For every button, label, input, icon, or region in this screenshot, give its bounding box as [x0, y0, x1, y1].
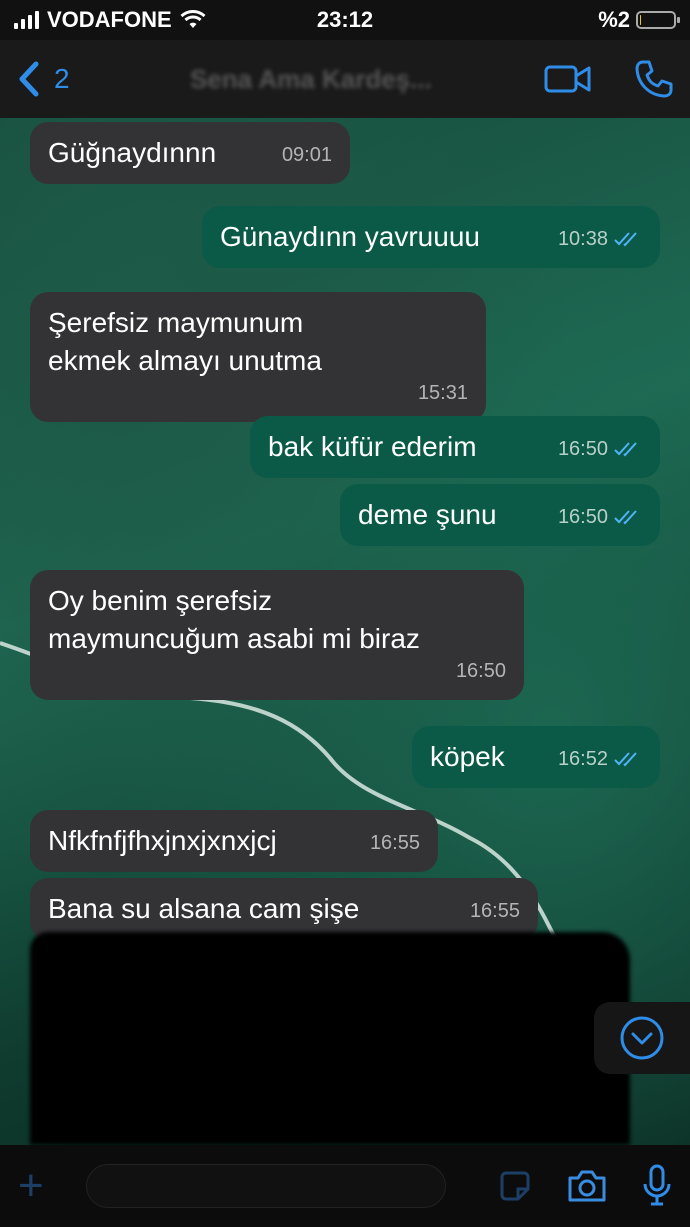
message-text: Nfkfnfjfhxjnxjxnxjcj [48, 825, 277, 856]
chevron-down-icon [620, 1016, 664, 1060]
message-meta: 16:52 [558, 740, 642, 778]
message-text: Oy benim şerefsiz maymuncuğum asabi mi b… [48, 585, 420, 654]
read-receipt-icon [614, 752, 637, 767]
incoming-message[interactable]: Güğnaydınnn 09:01 [30, 122, 350, 184]
read-receipt-icon [614, 232, 637, 247]
sticker-icon[interactable] [498, 1169, 532, 1203]
redacted-area [30, 932, 630, 1145]
message-input[interactable] [86, 1164, 446, 1208]
message-meta: 16:50 [456, 652, 506, 690]
chat-header: 2 Sena Ama Kardeş... [0, 40, 690, 118]
phone-call-icon[interactable] [634, 59, 674, 99]
battery-fill [640, 15, 642, 25]
battery-icon [636, 11, 680, 29]
read-receipt-icon [614, 442, 637, 457]
outgoing-message[interactable]: Günaydınn yavruuuu 10:38 [202, 206, 660, 268]
message-time: 16:50 [557, 506, 608, 528]
incoming-message[interactable]: Bana su alsana cam şişe 16:55 [30, 878, 538, 940]
message-meta: 16:50 [558, 498, 642, 536]
message-time: 15:31 [417, 382, 468, 404]
message-time: 16:55 [369, 832, 420, 854]
chevron-left-icon [19, 61, 39, 97]
outgoing-message[interactable]: bak küfür ederim 16:50 [250, 416, 660, 478]
message-meta: 16:55 [370, 824, 420, 862]
message-meta: 15:31 [418, 374, 468, 412]
camera-icon[interactable] [566, 1168, 608, 1204]
clock: 23:12 [316, 7, 374, 32]
message-time: 16:55 [469, 900, 520, 922]
outgoing-message[interactable]: köpek 16:52 [412, 726, 660, 788]
unread-count: 2 [54, 63, 70, 94]
plus-icon[interactable]: + [18, 1161, 68, 1211]
status-bar: VODAFONE 23:12 %2 [0, 0, 690, 40]
incoming-message[interactable]: Oy benim şerefsiz maymuncuğum asabi mi b… [30, 570, 524, 700]
incoming-message[interactable]: Nfkfnfjfhxjnxjxnxjcj 16:55 [30, 810, 438, 872]
message-time: 16:50 [455, 660, 506, 682]
microphone-icon[interactable] [642, 1164, 672, 1208]
message-text: Şerefsiz maymunum ekmek almayı unutma [48, 307, 322, 376]
message-meta: 16:55 [470, 892, 520, 930]
contact-name[interactable]: Sena Ama Kardeş... [190, 64, 490, 95]
message-time: 09:01 [281, 144, 332, 166]
message-text: Bana su alsana cam şişe [48, 893, 360, 924]
video-call-icon[interactable] [544, 63, 592, 95]
chat-area[interactable]: Güğnaydınnn 09:01 Günaydınn yavruuuu 10:38 Ş… [0, 118, 690, 1145]
message-time: 16:50 [557, 438, 608, 460]
outgoing-message[interactable]: deme şunu 16:50 [340, 484, 660, 546]
message-meta: 10:38 [558, 220, 642, 258]
read-receipt-icon [614, 510, 637, 525]
back-button[interactable]: 2 [16, 60, 70, 98]
message-meta: 16:50 [558, 430, 642, 468]
scroll-down-button[interactable] [594, 1002, 690, 1074]
message-time: 16:52 [557, 748, 608, 770]
input-bar: + [0, 1145, 690, 1227]
message-time: 10:38 [557, 228, 608, 250]
incoming-message[interactable]: Şerefsiz maymunum ekmek almayı unutma 15:… [30, 292, 486, 422]
message-meta: 09:01 [282, 136, 332, 174]
